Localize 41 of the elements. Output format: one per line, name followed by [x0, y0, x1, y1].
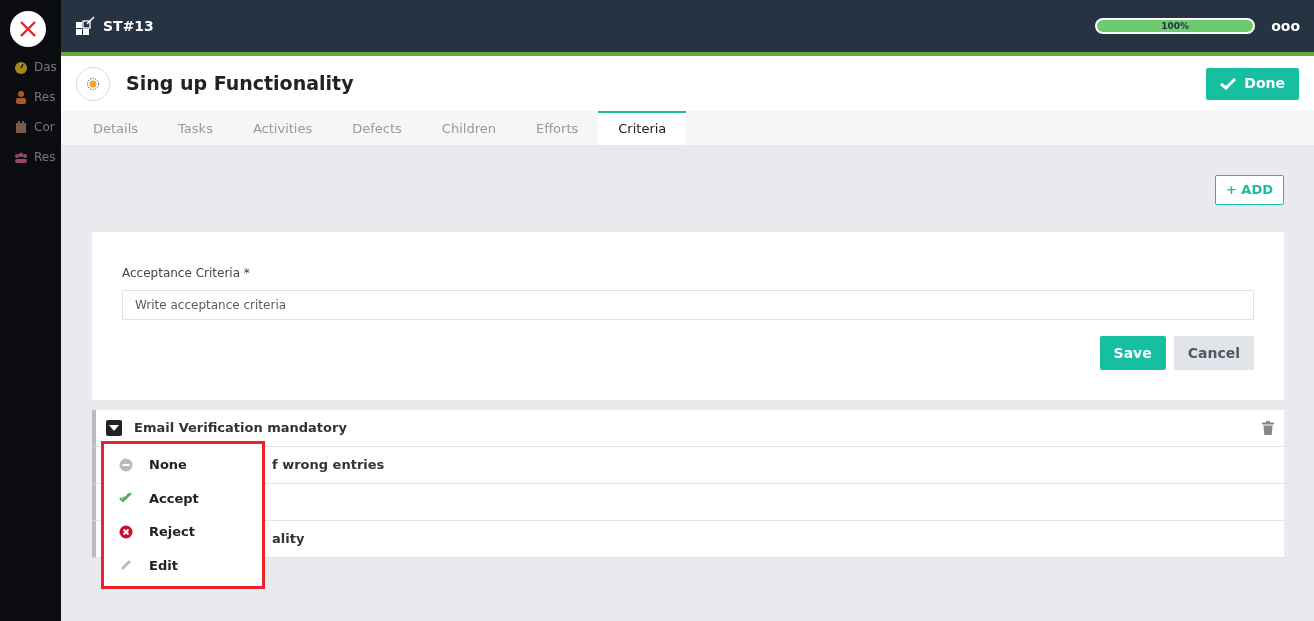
progress-reading: 100%: [1161, 21, 1190, 31]
story-title: Sing up Functionality: [126, 71, 354, 97]
gauge-icon: [14, 59, 28, 75]
minus-circle-icon: [119, 457, 133, 472]
tab[interactable]: Defects: [332, 111, 422, 145]
more-menu[interactable]: ooo: [1271, 15, 1300, 37]
calendar-icon: [14, 119, 28, 135]
sidebar-item[interactable]: Cor: [34, 118, 55, 136]
menu-item[interactable]: Reject: [104, 515, 262, 549]
criterion-text: ality: [272, 530, 305, 549]
tab[interactable]: Children: [421, 111, 516, 145]
pencil-icon: [119, 558, 133, 573]
menu-item[interactable]: Accept: [104, 481, 262, 515]
done-button[interactable]: Done: [1206, 67, 1299, 100]
criterion-text: Email Verification mandatory: [134, 419, 347, 438]
cancel-button[interactable]: Cancel: [1173, 336, 1254, 370]
check-icon: [1220, 77, 1237, 90]
criteria-input[interactable]: Write acceptance criteria: [122, 290, 1254, 320]
tab[interactable]: Tasks: [158, 111, 233, 145]
save-button[interactable]: Save: [1099, 336, 1166, 370]
required-mark: *: [243, 266, 250, 280]
story-board-icon: [75, 16, 95, 36]
tab[interactable]: Efforts: [515, 111, 599, 145]
person-icon: [14, 89, 28, 105]
menu-item[interactable]: Edit: [104, 548, 262, 582]
story-id: ST#13: [103, 16, 154, 36]
tab[interactable]: Details: [73, 111, 159, 145]
dropdown-toggle-icon[interactable]: [106, 420, 122, 436]
sidebar-item[interactable]: Das: [34, 58, 57, 76]
sidebar-item[interactable]: Res: [34, 148, 56, 166]
reject-icon: [119, 524, 133, 539]
tab[interactable]: Activities: [232, 111, 333, 145]
field-label: Acceptance Criteria: [122, 266, 240, 280]
close-button[interactable]: [10, 11, 46, 47]
menu-item[interactable]: None: [104, 448, 262, 482]
add-button[interactable]: + ADD: [1214, 175, 1284, 205]
criterion-text: f wrong entries: [272, 456, 385, 475]
tab[interactable]: Criteria: [598, 111, 687, 145]
sidebar-item[interactable]: Res: [34, 88, 56, 106]
trash-icon[interactable]: [1262, 421, 1274, 435]
close-icon: [19, 20, 37, 38]
